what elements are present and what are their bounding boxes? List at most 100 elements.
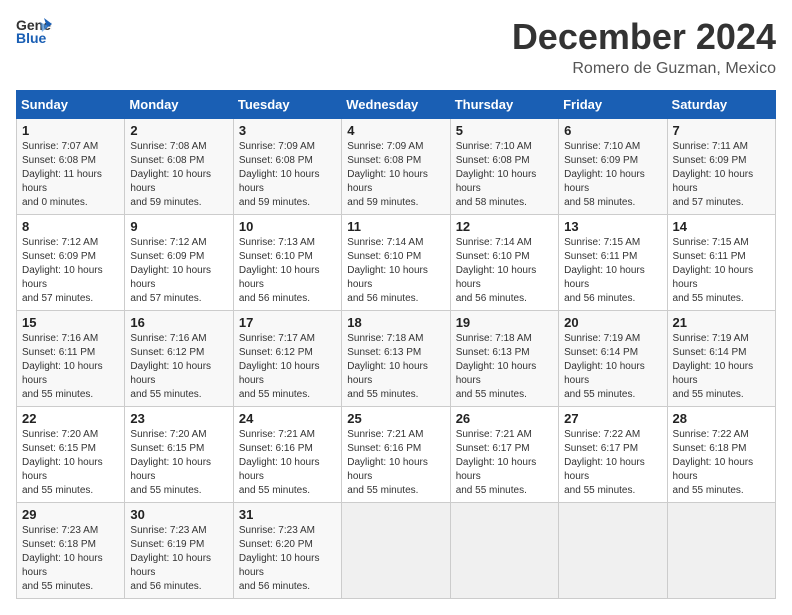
day-number: 24: [239, 411, 336, 426]
title-area: December 2024 Romero de Guzman, Mexico: [512, 16, 776, 78]
day-info: Sunrise: 7:10 AMSunset: 6:08 PMDaylight:…: [456, 140, 553, 210]
day-number: 23: [130, 411, 227, 426]
day-info: Sunrise: 7:11 AMSunset: 6:09 PMDaylight:…: [673, 140, 770, 210]
calendar-cell: 25 Sunrise: 7:21 AMSunset: 6:16 PMDayligh…: [342, 407, 450, 503]
day-info: Sunrise: 7:14 AMSunset: 6:10 PMDaylight:…: [456, 236, 553, 306]
day-number: 6: [564, 123, 661, 138]
column-header-wednesday: Wednesday: [342, 91, 450, 119]
day-info: Sunrise: 7:10 AMSunset: 6:09 PMDaylight:…: [564, 140, 661, 210]
calendar-cell: 6 Sunrise: 7:10 AMSunset: 6:09 PMDaylight…: [559, 119, 667, 215]
day-number: 7: [673, 123, 770, 138]
page-header: General Blue December 2024 Romero de Guz…: [16, 16, 776, 78]
calendar-cell: 20 Sunrise: 7:19 AMSunset: 6:14 PMDayligh…: [559, 311, 667, 407]
day-info: Sunrise: 7:18 AMSunset: 6:13 PMDaylight:…: [347, 332, 444, 402]
day-info: Sunrise: 7:20 AMSunset: 6:15 PMDaylight:…: [130, 428, 227, 498]
day-info: Sunrise: 7:23 AMSunset: 6:18 PMDaylight:…: [22, 524, 119, 594]
calendar-cell: 31 Sunrise: 7:23 AMSunset: 6:20 PMDayligh…: [233, 503, 341, 599]
day-number: 4: [347, 123, 444, 138]
day-number: 2: [130, 123, 227, 138]
calendar-cell: 5 Sunrise: 7:10 AMSunset: 6:08 PMDaylight…: [450, 119, 558, 215]
day-info: Sunrise: 7:12 AMSunset: 6:09 PMDaylight:…: [22, 236, 119, 306]
day-info: Sunrise: 7:15 AMSunset: 6:11 PMDaylight:…: [564, 236, 661, 306]
column-header-thursday: Thursday: [450, 91, 558, 119]
day-number: 22: [22, 411, 119, 426]
calendar-cell: 27 Sunrise: 7:22 AMSunset: 6:17 PMDayligh…: [559, 407, 667, 503]
calendar-cell: 9Sunrise: 7:12 AMSunset: 6:09 PMDaylight…: [125, 215, 233, 311]
day-number: 29: [22, 507, 119, 522]
calendar-cell: 22 Sunrise: 7:20 AMSunset: 6:15 PMDayligh…: [17, 407, 125, 503]
day-number: 5: [456, 123, 553, 138]
calendar-cell: [559, 503, 667, 599]
column-header-friday: Friday: [559, 91, 667, 119]
calendar-cell: 23 Sunrise: 7:20 AMSunset: 6:15 PMDayligh…: [125, 407, 233, 503]
day-number: 27: [564, 411, 661, 426]
day-number: 16: [130, 315, 227, 330]
day-info: Sunrise: 7:20 AMSunset: 6:15 PMDaylight:…: [22, 428, 119, 498]
day-number: 3: [239, 123, 336, 138]
day-number: 31: [239, 507, 336, 522]
calendar-cell: 30 Sunrise: 7:23 AMSunset: 6:19 PMDayligh…: [125, 503, 233, 599]
calendar-cell: 28 Sunrise: 7:22 AMSunset: 6:18 PMDayligh…: [667, 407, 775, 503]
day-info: Sunrise: 7:22 AMSunset: 6:18 PMDaylight:…: [673, 428, 770, 498]
week-row-2: 8 Sunrise: 7:12 AMSunset: 6:09 PMDaylight…: [17, 215, 776, 311]
day-info: Sunrise: 7:19 AMSunset: 6:14 PMDaylight:…: [564, 332, 661, 402]
calendar-cell: 14 Sunrise: 7:15 AMSunset: 6:11 PMDayligh…: [667, 215, 775, 311]
calendar-cell: 29 Sunrise: 7:23 AMSunset: 6:18 PMDayligh…: [17, 503, 125, 599]
day-info: Sunrise: 7:08 AMSunset: 6:08 PMDaylight:…: [130, 140, 227, 210]
calendar-cell: 12Sunrise: 7:14 AMSunset: 6:10 PMDayligh…: [450, 215, 558, 311]
calendar-cell: 21Sunrise: 7:19 AMSunset: 6:14 PMDayligh…: [667, 311, 775, 407]
day-info: Sunrise: 7:23 AMSunset: 6:19 PMDaylight:…: [130, 524, 227, 594]
calendar-cell: 4 Sunrise: 7:09 AMSunset: 6:08 PMDaylight…: [342, 119, 450, 215]
calendar-cell: 13 Sunrise: 7:15 AMSunset: 6:11 PMDayligh…: [559, 215, 667, 311]
day-info: Sunrise: 7:13 AMSunset: 6:10 PMDaylight:…: [239, 236, 336, 306]
calendar-cell: 24 Sunrise: 7:21 AMSunset: 6:16 PMDayligh…: [233, 407, 341, 503]
day-info: Sunrise: 7:16 AMSunset: 6:12 PMDaylight:…: [130, 332, 227, 402]
calendar-header-row: SundayMondayTuesdayWednesdayThursdayFrid…: [17, 91, 776, 119]
calendar-cell: [667, 503, 775, 599]
day-number: 25: [347, 411, 444, 426]
day-number: 13: [564, 219, 661, 234]
day-info: Sunrise: 7:21 AMSunset: 6:16 PMDaylight:…: [239, 428, 336, 498]
day-number: 19: [456, 315, 553, 330]
calendar-cell: 26 Sunrise: 7:21 AMSunset: 6:17 PMDayligh…: [450, 407, 558, 503]
calendar-cell: 1Sunrise: 7:07 AMSunset: 6:08 PMDaylight…: [17, 119, 125, 215]
calendar-cell: 15 Sunrise: 7:16 AMSunset: 6:11 PMDayligh…: [17, 311, 125, 407]
day-info: Sunrise: 7:21 AMSunset: 6:17 PMDaylight:…: [456, 428, 553, 498]
day-info: Sunrise: 7:09 AMSunset: 6:08 PMDaylight:…: [239, 140, 336, 210]
day-info: Sunrise: 7:16 AMSunset: 6:11 PMDaylight:…: [22, 332, 119, 402]
week-row-3: 15 Sunrise: 7:16 AMSunset: 6:11 PMDayligh…: [17, 311, 776, 407]
day-info: Sunrise: 7:19 AMSunset: 6:14 PMDaylight:…: [673, 332, 770, 402]
location-subtitle: Romero de Guzman, Mexico: [512, 60, 776, 78]
calendar-cell: 11Sunrise: 7:14 AMSunset: 6:10 PMDayligh…: [342, 215, 450, 311]
day-info: Sunrise: 7:12 AMSunset: 6:09 PMDaylight:…: [130, 236, 227, 306]
column-header-sunday: Sunday: [17, 91, 125, 119]
calendar-cell: 19Sunrise: 7:18 AMSunset: 6:13 PMDayligh…: [450, 311, 558, 407]
logo-icon: General Blue: [16, 16, 52, 51]
logo: General Blue: [16, 16, 52, 51]
day-number: 10: [239, 219, 336, 234]
calendar-cell: 10 Sunrise: 7:13 AMSunset: 6:10 PMDayligh…: [233, 215, 341, 311]
day-number: 15: [22, 315, 119, 330]
calendar-cell: 2 Sunrise: 7:08 AMSunset: 6:08 PMDaylight…: [125, 119, 233, 215]
day-number: 20: [564, 315, 661, 330]
calendar-cell: 8 Sunrise: 7:12 AMSunset: 6:09 PMDaylight…: [17, 215, 125, 311]
week-row-1: 1Sunrise: 7:07 AMSunset: 6:08 PMDaylight…: [17, 119, 776, 215]
calendar-cell: 7 Sunrise: 7:11 AMSunset: 6:09 PMDaylight…: [667, 119, 775, 215]
day-number: 1: [22, 123, 119, 138]
day-number: 26: [456, 411, 553, 426]
day-number: 8: [22, 219, 119, 234]
day-number: 14: [673, 219, 770, 234]
calendar-cell: [342, 503, 450, 599]
column-header-saturday: Saturday: [667, 91, 775, 119]
day-info: Sunrise: 7:23 AMSunset: 6:20 PMDaylight:…: [239, 524, 336, 594]
day-info: Sunrise: 7:15 AMSunset: 6:11 PMDaylight:…: [673, 236, 770, 306]
day-info: Sunrise: 7:09 AMSunset: 6:08 PMDaylight:…: [347, 140, 444, 210]
day-number: 28: [673, 411, 770, 426]
day-number: 30: [130, 507, 227, 522]
day-info: Sunrise: 7:22 AMSunset: 6:17 PMDaylight:…: [564, 428, 661, 498]
day-info: Sunrise: 7:21 AMSunset: 6:16 PMDaylight:…: [347, 428, 444, 498]
week-row-4: 22 Sunrise: 7:20 AMSunset: 6:15 PMDayligh…: [17, 407, 776, 503]
day-number: 17: [239, 315, 336, 330]
month-title: December 2024: [512, 16, 776, 58]
column-header-monday: Monday: [125, 91, 233, 119]
